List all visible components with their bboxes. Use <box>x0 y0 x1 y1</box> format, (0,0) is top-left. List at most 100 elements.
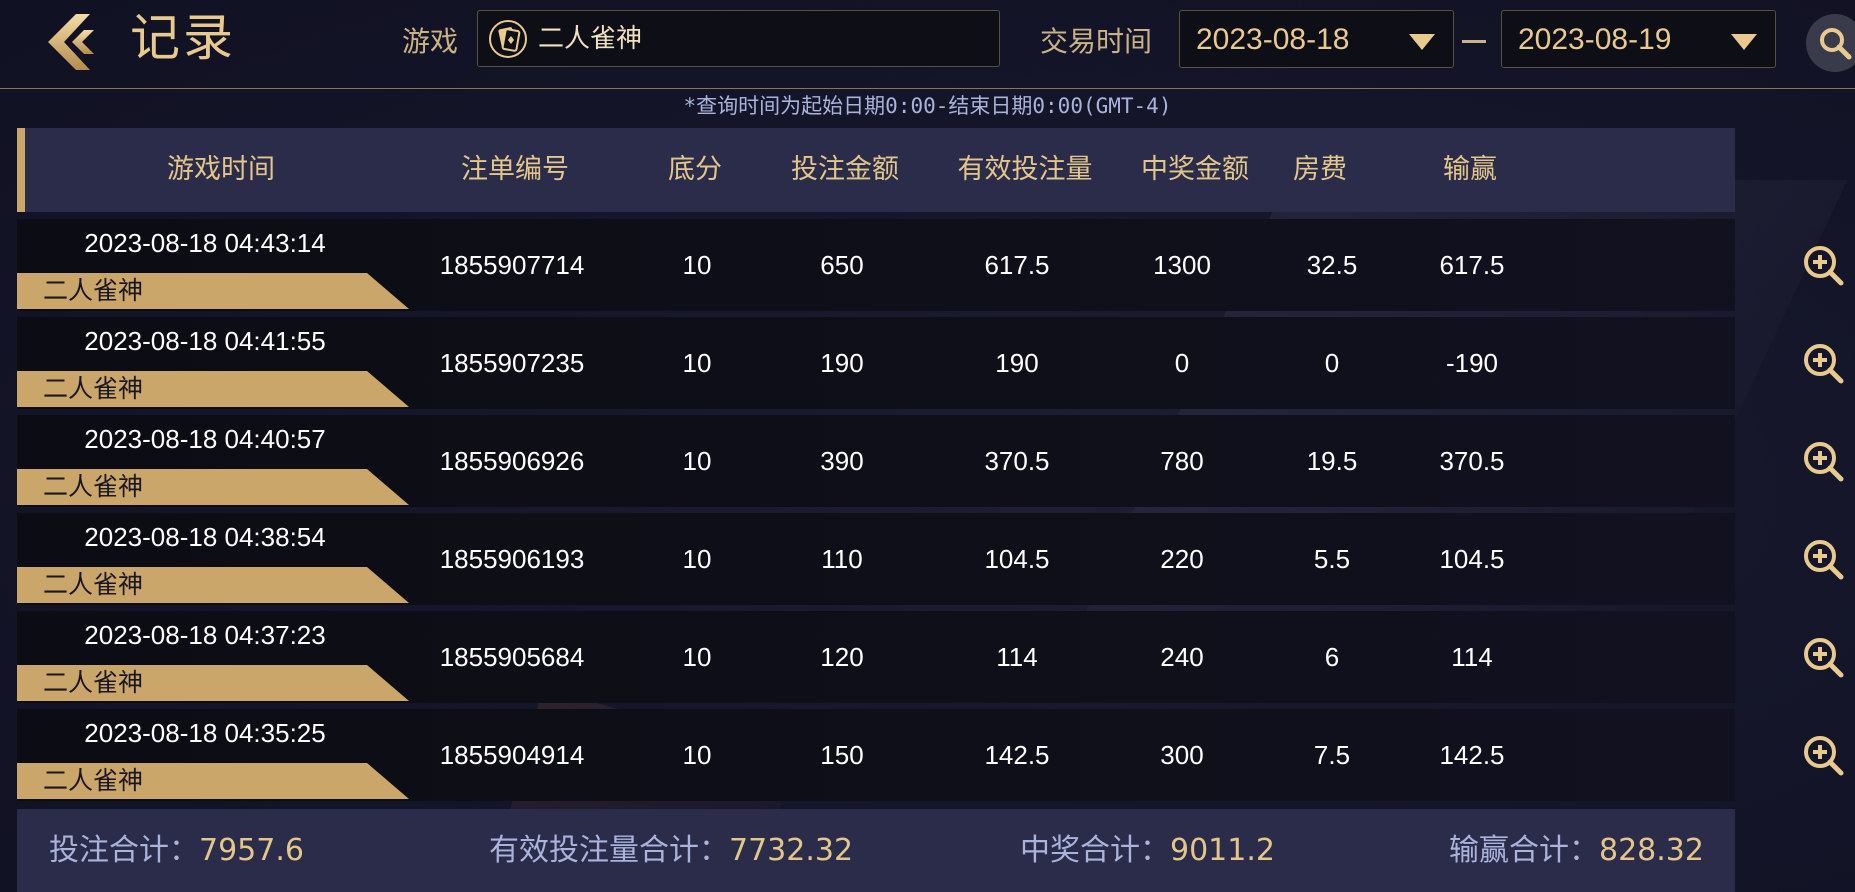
bet-amount: 150 <box>820 740 864 770</box>
win-total-label: 中奖合计： <box>1020 833 1170 868</box>
back-button[interactable] <box>44 12 98 72</box>
bet-amount: 190 <box>820 348 864 378</box>
column-header-base-score: 底分 <box>668 154 722 185</box>
totals-bar: 投注合计：7957.6 有效投注量合计：7732.32 中奖合计：9011.2 … <box>17 809 1735 892</box>
room-fee: 5.5 <box>1313 544 1351 574</box>
win-amount: 300 <box>1160 740 1204 770</box>
game-select[interactable]: 二人雀神 <box>477 10 1000 67</box>
room-fee: 0 <box>1324 348 1340 378</box>
column-header-bet-amount: 投注金额 <box>791 154 899 185</box>
room-fee: 32.5 <box>1306 250 1358 280</box>
bet-amount: 390 <box>820 446 864 476</box>
end-date-select[interactable]: 2023-08-19 <box>1501 10 1776 68</box>
column-header-room-fee: 房费 <box>1293 154 1347 185</box>
game-filter-label: 游戏 <box>402 25 459 58</box>
base-score: 10 <box>682 740 712 770</box>
query-time-notice: *查询时间为起始日期0:00-结束日期0:00(GMT-4) <box>683 94 1172 118</box>
game-tag: 二人雀神 <box>17 469 409 505</box>
bet-total: 投注合计：7957.6 <box>49 809 304 892</box>
bet-id: 1855906193 <box>439 544 585 574</box>
win-loss: 114 <box>1451 642 1493 672</box>
game-tag: 二人雀神 <box>17 567 409 603</box>
win-total-value: 9011.2 <box>1170 833 1275 868</box>
game-time: 2023-08-18 04:43:14 <box>84 228 326 258</box>
table-row: 2023-08-18 04:43:14 二人雀神 1855907714 10 6… <box>17 219 1855 311</box>
bet-id: 1855907235 <box>439 348 585 378</box>
zoom-in-icon[interactable] <box>1802 440 1844 482</box>
zoom-in-icon[interactable] <box>1802 244 1844 286</box>
room-fee: 7.5 <box>1313 740 1351 770</box>
bet-id: 1855904914 <box>439 740 585 770</box>
game-tag: 二人雀神 <box>17 665 409 701</box>
room-fee: 6 <box>1324 642 1340 672</box>
end-date-value: 2023-08-19 <box>1518 23 1672 56</box>
bet-id: 1855905684 <box>439 642 585 672</box>
base-score: 10 <box>682 446 712 476</box>
game-tag-label: 二人雀神 <box>43 668 144 697</box>
game-tag-label: 二人雀神 <box>43 472 144 501</box>
zoom-in-icon[interactable] <box>1802 734 1844 776</box>
caret-down-icon <box>1409 34 1435 50</box>
valid-bet: 370.5 <box>984 446 1050 476</box>
start-date-select[interactable]: 2023-08-18 <box>1179 10 1454 68</box>
start-date-value: 2023-08-18 <box>1196 23 1350 56</box>
search-button[interactable] <box>1806 14 1855 72</box>
win-loss: 370.5 <box>1439 446 1505 476</box>
game-time: 2023-08-18 04:38:54 <box>84 522 326 552</box>
game-tag-label: 二人雀神 <box>43 766 144 795</box>
win-amount: 220 <box>1160 544 1204 574</box>
column-header-bet-id: 注单编号 <box>461 154 569 185</box>
game-time: 2023-08-18 04:40:57 <box>84 424 326 454</box>
win-loss: 142.5 <box>1439 740 1505 770</box>
game-tag: 二人雀神 <box>17 371 409 407</box>
column-header-valid-bet: 有效投注量 <box>957 154 1093 185</box>
bet-amount: 650 <box>820 250 864 280</box>
date-separator <box>1462 40 1486 43</box>
column-header-game-time: 游戏时间 <box>167 154 275 185</box>
bet-id: 1855907714 <box>439 250 585 280</box>
base-score: 10 <box>682 250 712 280</box>
zoom-in-icon[interactable] <box>1802 636 1844 678</box>
valid-bet: 190 <box>995 348 1039 378</box>
trade-time-label: 交易时间 <box>1040 25 1153 58</box>
table-row: 2023-08-18 04:35:25 二人雀神 1855904914 10 1… <box>17 709 1855 801</box>
win-amount: 240 <box>1160 642 1204 672</box>
win-loss: 104.5 <box>1439 544 1505 574</box>
table-row: 2023-08-18 04:41:55 二人雀神 1855907235 10 1… <box>17 317 1855 409</box>
valid-bet: 104.5 <box>984 544 1050 574</box>
valid-bet-total-value: 7732.32 <box>729 833 854 868</box>
bet-total-value: 7957.6 <box>199 833 304 868</box>
win-total: 中奖合计：9011.2 <box>1020 809 1275 892</box>
win-loss-total-value: 828.32 <box>1599 833 1704 868</box>
game-time: 2023-08-18 04:37:23 <box>84 620 326 650</box>
win-loss-total-label: 输赢合计： <box>1449 833 1599 868</box>
win-loss: -190 <box>1445 348 1499 378</box>
column-header-win-loss: 输赢 <box>1443 154 1497 185</box>
valid-bet: 114 <box>996 642 1038 672</box>
valid-bet-total-label: 有效投注量合计： <box>489 833 729 868</box>
column-header-win-amount: 中奖金额 <box>1141 154 1249 185</box>
game-time: 2023-08-18 04:41:55 <box>84 326 326 356</box>
win-loss-total: 输赢合计：828.32 <box>1449 809 1704 892</box>
valid-bet: 617.5 <box>984 250 1050 280</box>
caret-down-icon <box>1731 34 1757 50</box>
chevron-left-icon <box>48 14 94 70</box>
room-fee: 19.5 <box>1306 446 1358 476</box>
search-icon <box>1820 28 1852 60</box>
page-title: 记录 <box>130 9 236 67</box>
win-amount: 1300 <box>1153 250 1211 280</box>
game-tag: 二人雀神 <box>17 273 409 309</box>
playing-card-icon <box>489 20 527 58</box>
table-header: 游戏时间 注单编号 底分 投注金额 有效投注量 中奖金额 房费 输赢 <box>17 128 1735 212</box>
win-amount: 0 <box>1174 348 1190 378</box>
base-score: 10 <box>682 544 712 574</box>
win-loss: 617.5 <box>1439 250 1505 280</box>
zoom-in-icon[interactable] <box>1802 342 1844 384</box>
base-score: 10 <box>682 348 712 378</box>
game-time: 2023-08-18 04:35:25 <box>84 718 326 748</box>
zoom-in-icon[interactable] <box>1802 538 1844 580</box>
game-tag: 二人雀神 <box>17 763 409 799</box>
win-amount: 780 <box>1160 446 1204 476</box>
bet-amount: 110 <box>821 544 863 574</box>
bet-amount: 120 <box>820 642 864 672</box>
